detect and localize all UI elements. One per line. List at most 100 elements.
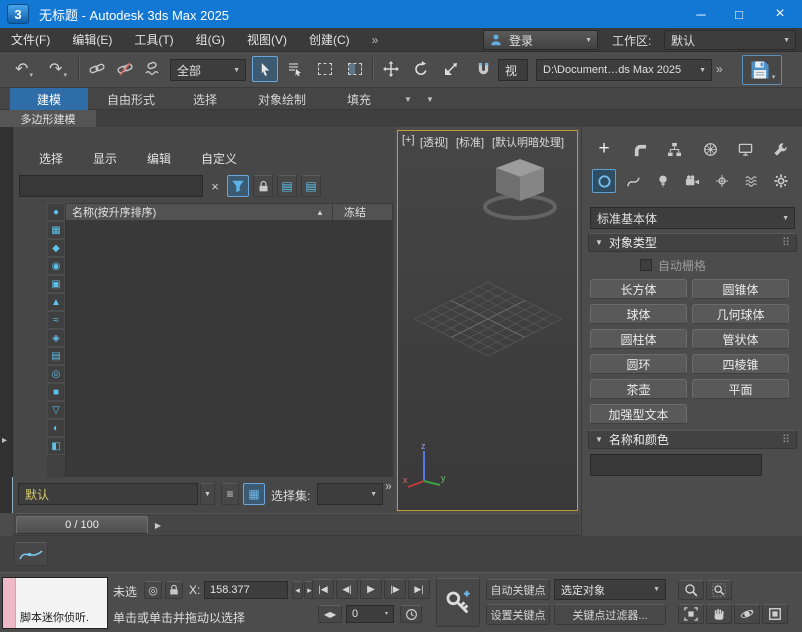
create-cone-button[interactable]: 圆锥体 bbox=[692, 279, 789, 299]
create-sphere-button[interactable]: 球体 bbox=[590, 304, 687, 324]
dock-expand-button[interactable]: ▸ bbox=[2, 435, 7, 446]
menu-overflow-chevron[interactable]: » bbox=[361, 28, 390, 52]
selection-lock-toggle[interactable] bbox=[165, 581, 183, 599]
rollout-name-color[interactable]: ▼ 名称和颜色 ⠿ bbox=[588, 430, 797, 449]
minimize-button[interactable]: ─ bbox=[682, 0, 720, 28]
category-helpers[interactable] bbox=[710, 169, 734, 193]
maximize-viewport-toggle[interactable] bbox=[762, 604, 788, 624]
create-box-button[interactable]: 长方体 bbox=[590, 279, 687, 299]
create-torus-button[interactable]: 圆环 bbox=[590, 354, 687, 374]
category-shapes[interactable] bbox=[622, 169, 646, 193]
ribbon-tab-populate[interactable]: 填充 bbox=[328, 88, 390, 110]
layer-menu-button[interactable]: ≡ bbox=[221, 483, 239, 505]
create-cylinder-button[interactable]: 圆柱体 bbox=[590, 329, 687, 349]
isolate-selection-toggle[interactable]: ◎ bbox=[144, 581, 162, 599]
display-materials-icon[interactable]: ◎ bbox=[47, 365, 65, 383]
column-header-frozen[interactable]: 冻结 bbox=[344, 204, 366, 220]
menu-views[interactable]: 视图(V) bbox=[236, 28, 298, 52]
tab-modify[interactable] bbox=[627, 137, 651, 161]
macro-recorder-pane[interactable] bbox=[3, 578, 16, 628]
auto-key-button[interactable]: 自动关键点 bbox=[486, 579, 550, 600]
layer-dropdown-button[interactable]: ▼ bbox=[200, 483, 215, 505]
bind-to-space-warp-button[interactable] bbox=[140, 56, 166, 82]
create-geosphere-button[interactable]: 几何球体 bbox=[692, 304, 789, 324]
current-frame-field[interactable]: 0 ▾ bbox=[346, 605, 394, 623]
explorer-hierarchy-view-button[interactable]: ▤ bbox=[301, 175, 321, 197]
ribbon-tab-freeform[interactable]: 自由形式 bbox=[92, 88, 170, 110]
category-cameras[interactable] bbox=[681, 169, 705, 193]
category-lights[interactable] bbox=[651, 169, 675, 193]
menu-file[interactable]: 文件(F) bbox=[0, 28, 61, 52]
menu-group[interactable]: 组(G) bbox=[185, 28, 236, 52]
display-xrefs-icon[interactable]: ▽ bbox=[47, 401, 65, 419]
next-frame-button[interactable]: |▶ bbox=[384, 579, 406, 599]
mini-curve-editor-button[interactable] bbox=[14, 542, 48, 566]
go-to-end-button[interactable]: ▶| bbox=[408, 579, 430, 599]
previous-frame-button[interactable]: ◀| bbox=[336, 579, 358, 599]
pan-button[interactable] bbox=[706, 604, 732, 624]
next-frame-nub-button[interactable]: ▶ bbox=[151, 518, 165, 533]
snap-toggle-button[interactable] bbox=[470, 56, 496, 82]
select-by-name-button[interactable] bbox=[282, 56, 308, 82]
category-systems[interactable] bbox=[769, 169, 793, 193]
save-scene-button[interactable]: ▾ bbox=[742, 55, 782, 85]
play-button[interactable]: ▶ bbox=[360, 579, 382, 599]
rectangular-selection-region-button[interactable] bbox=[312, 56, 338, 82]
ribbon-minimize-button[interactable]: ▼ bbox=[398, 88, 418, 110]
reference-coordsys-dropdown[interactable]: 视 bbox=[498, 59, 528, 81]
display-assemblies-icon[interactable]: ◐ bbox=[47, 419, 65, 437]
redo-button[interactable]: ↷ ▾ bbox=[42, 56, 74, 82]
explorer-overflow-chevron[interactable]: » bbox=[385, 479, 392, 493]
menu-edit[interactable]: 编辑(E) bbox=[61, 28, 123, 52]
workspace-dropdown[interactable]: 默认 ▼ bbox=[664, 30, 796, 50]
project-folder-dropdown[interactable]: D:\Document…ds Max 2025 ▼ bbox=[536, 59, 712, 81]
viewport-menu-label[interactable]: [+] bbox=[402, 134, 415, 146]
display-bones-icon[interactable]: ◈ bbox=[47, 329, 65, 347]
explorer-menu-select[interactable]: 选择 bbox=[39, 147, 63, 169]
object-name-input[interactable] bbox=[590, 454, 762, 476]
menu-tools[interactable]: 工具(T) bbox=[123, 28, 184, 52]
display-helpers-icon[interactable]: ▲ bbox=[47, 293, 65, 311]
create-textplus-button[interactable]: 加强型文本 bbox=[590, 404, 687, 424]
select-and-rotate-button[interactable] bbox=[408, 56, 434, 82]
login-dropdown[interactable]: 登录 ▼ bbox=[483, 30, 598, 50]
undo-button[interactable]: ↶ ▾ bbox=[8, 56, 40, 82]
time-configuration-button[interactable] bbox=[400, 605, 422, 623]
select-object-button[interactable] bbox=[252, 56, 278, 82]
selection-filter-dropdown[interactable]: 全部 ▼ bbox=[170, 59, 246, 81]
tab-utilities[interactable] bbox=[769, 137, 793, 161]
window-crossing-toggle-button[interactable] bbox=[342, 56, 368, 82]
time-slider-track[interactable]: 0 / 100 ▶ bbox=[13, 513, 580, 536]
tab-hierarchy[interactable] bbox=[663, 137, 687, 161]
ribbon-config-button[interactable]: ▼ bbox=[420, 88, 440, 110]
create-teapot-button[interactable]: 茶壶 bbox=[590, 379, 687, 399]
explorer-list-view-button[interactable]: ▤ bbox=[277, 175, 297, 197]
unlink-selection-button[interactable] bbox=[112, 56, 138, 82]
lock-explorer-button[interactable] bbox=[253, 175, 273, 197]
search-filter-button[interactable] bbox=[227, 175, 249, 197]
clear-search-button[interactable]: × bbox=[206, 176, 224, 196]
toolbar-overflow-chevron[interactable]: » bbox=[716, 62, 723, 76]
zoom-button[interactable] bbox=[678, 580, 704, 600]
layer-explorer-button[interactable]: ▦ bbox=[243, 483, 265, 505]
display-groups-icon[interactable]: ■ bbox=[47, 383, 65, 401]
coord-spin-left-button[interactable]: ◂ bbox=[292, 581, 303, 599]
display-all-icon[interactable]: ● bbox=[47, 203, 65, 221]
display-space-warps-icon[interactable]: ≈ bbox=[47, 311, 65, 329]
zoom-extents-button[interactable] bbox=[678, 604, 704, 624]
explorer-object-list[interactable] bbox=[65, 221, 393, 477]
create-pyramid-button[interactable]: 四棱锥 bbox=[692, 354, 789, 374]
viewport-pov-label[interactable]: [透视] bbox=[420, 134, 448, 150]
display-others-icon[interactable]: ◧ bbox=[47, 437, 65, 455]
explorer-menu-display[interactable]: 显示 bbox=[93, 147, 117, 169]
column-header-name[interactable]: 名称(按升序排序) bbox=[66, 204, 156, 220]
ribbon-tab-modeling[interactable]: 建模 bbox=[10, 88, 88, 110]
maxscript-mini-listener[interactable]: 脚本迷你侦听. bbox=[2, 577, 108, 629]
select-and-scale-button[interactable] bbox=[438, 56, 464, 82]
display-cameras-icon[interactable]: ▣ bbox=[47, 275, 65, 293]
orbit-button[interactable] bbox=[734, 604, 760, 624]
coord-x-field[interactable]: 158.377 bbox=[204, 581, 288, 599]
key-mode-toggle[interactable]: ◀▶ bbox=[318, 605, 342, 623]
category-space-warps[interactable] bbox=[740, 169, 764, 193]
go-to-start-button[interactable]: |◀ bbox=[312, 579, 334, 599]
